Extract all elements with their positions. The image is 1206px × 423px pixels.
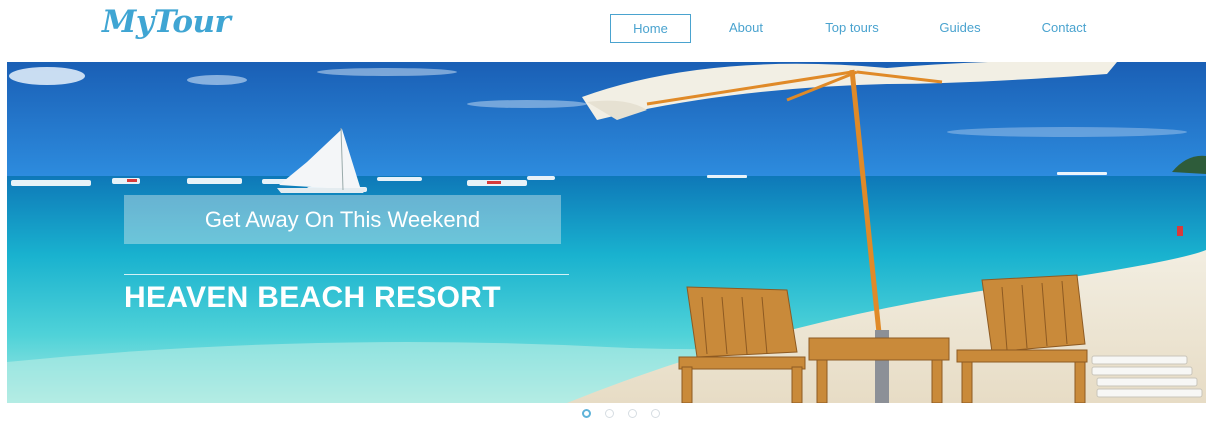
nav-top-tours[interactable]: Top tours bbox=[810, 14, 894, 43]
hero-title: HEAVEN BEACH RESORT bbox=[124, 274, 569, 315]
nav-guides[interactable]: Guides bbox=[926, 14, 994, 43]
carousel-dot-4[interactable] bbox=[651, 409, 660, 418]
carousel-dot-3[interactable] bbox=[628, 409, 637, 418]
hero-slider[interactable]: Get Away On This Weekend HEAVEN BEACH RE… bbox=[7, 62, 1206, 403]
main-nav: Home About Top tours Guides Contact bbox=[0, 14, 1206, 43]
carousel-dot-1[interactable] bbox=[582, 409, 591, 418]
hero-tagline: Get Away On This Weekend bbox=[124, 195, 561, 244]
carousel-dot-2[interactable] bbox=[605, 409, 614, 418]
nav-home[interactable]: Home bbox=[610, 14, 691, 43]
nav-contact[interactable]: Contact bbox=[1027, 14, 1101, 43]
site-header: MyTour Home About Top tours Guides Conta… bbox=[0, 0, 1206, 60]
nav-about[interactable]: About bbox=[712, 14, 780, 43]
